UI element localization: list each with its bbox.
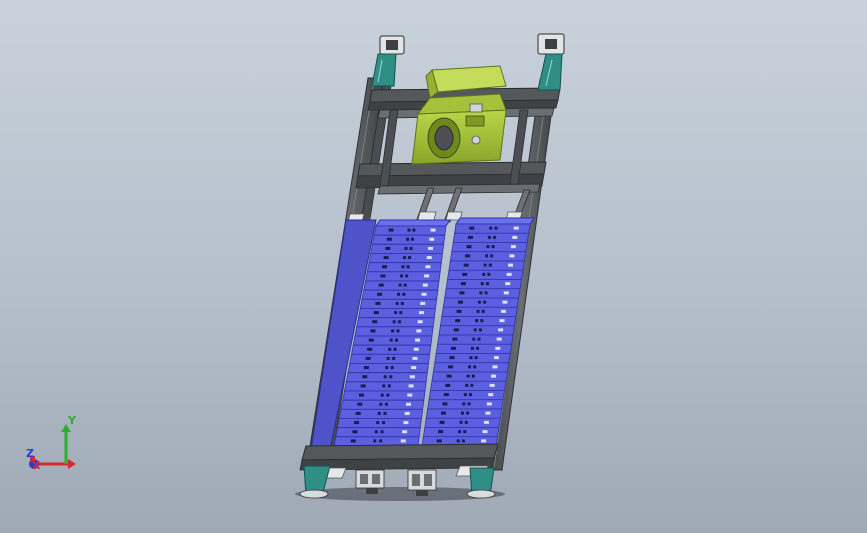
right-battery-cell-row bbox=[431, 371, 508, 382]
right-battery-cell-row bbox=[445, 279, 522, 290]
right-battery-cell-row bbox=[432, 362, 510, 373]
drive-motor-unit[interactable] bbox=[411, 65, 507, 165]
top-right-mount-bracket[interactable] bbox=[537, 33, 565, 91]
right-battery-cell-row bbox=[422, 427, 500, 438]
right-battery-cell-row bbox=[438, 325, 515, 336]
left-battery-cell-row bbox=[352, 335, 433, 346]
right-battery-cell-row bbox=[428, 390, 505, 401]
right-battery-cell-row bbox=[441, 306, 518, 317]
right-battery-cell-row bbox=[435, 343, 513, 354]
right-battery-cell-row bbox=[449, 251, 527, 262]
right-battery-cell-row bbox=[439, 316, 517, 327]
bottom-left-foot-bracket[interactable] bbox=[299, 465, 331, 499]
right-battery-cell-row bbox=[442, 297, 520, 308]
left-battery-cell-row bbox=[335, 427, 421, 438]
right-battery-cell-row bbox=[448, 260, 525, 271]
left-battery-cell-row bbox=[363, 280, 440, 291]
right-battery-cell-row bbox=[444, 288, 521, 299]
right-battery-cell-row bbox=[424, 417, 501, 428]
right-battery-cell-row bbox=[437, 334, 514, 345]
x-axis-label: X bbox=[32, 459, 41, 472]
left-battery-cell-row bbox=[351, 344, 432, 355]
top-left-mount-bracket[interactable] bbox=[371, 35, 405, 87]
left-battery-cell-row bbox=[354, 326, 434, 337]
coordinate-triad: Y Z X bbox=[26, 414, 77, 472]
left-battery-cell-row bbox=[358, 308, 436, 319]
left-battery-cell-row bbox=[337, 418, 422, 429]
left-battery-cell-row bbox=[368, 253, 443, 264]
bottom-base-frame[interactable] bbox=[299, 443, 499, 479]
left-battery-cell-row bbox=[366, 262, 442, 273]
right-battery-cell-row bbox=[434, 353, 511, 364]
model-view[interactable] bbox=[0, 0, 867, 533]
left-battery-cell-row bbox=[338, 408, 424, 419]
left-battery-cell-row bbox=[365, 271, 441, 282]
right-battery-cell-row bbox=[451, 242, 528, 253]
left-battery-cell-row bbox=[359, 298, 438, 309]
right-battery-top-face bbox=[455, 217, 535, 225]
right-battery-cell-row bbox=[452, 232, 530, 243]
left-battery-cell-row bbox=[370, 243, 445, 254]
right-battery-cell-row bbox=[425, 408, 503, 419]
cad-viewport[interactable]: Y Z X bbox=[0, 0, 867, 533]
right-battery-cell-row bbox=[430, 380, 507, 391]
left-battery-cell-row bbox=[345, 372, 428, 383]
left-battery-cell-row bbox=[372, 234, 446, 245]
left-battery-cell-row bbox=[344, 381, 427, 392]
bottom-right-foot-bracket[interactable] bbox=[466, 467, 496, 499]
left-battery-cell-row bbox=[349, 353, 431, 364]
left-battery-cell-row bbox=[340, 399, 425, 410]
right-battery-cell-row bbox=[427, 399, 504, 410]
left-battery-cell-row bbox=[373, 225, 447, 236]
right-battery-cell-row bbox=[447, 269, 524, 280]
left-battery-cell-row bbox=[361, 289, 439, 300]
y-axis-label: Y bbox=[67, 414, 77, 427]
left-battery-cell-row bbox=[347, 363, 429, 374]
left-battery-cell-row bbox=[342, 390, 426, 401]
left-battery-top-face bbox=[375, 219, 451, 227]
x-axis-arrowhead bbox=[68, 459, 76, 469]
right-battery-cell-row bbox=[454, 223, 531, 234]
left-battery-cell-row bbox=[356, 317, 435, 328]
